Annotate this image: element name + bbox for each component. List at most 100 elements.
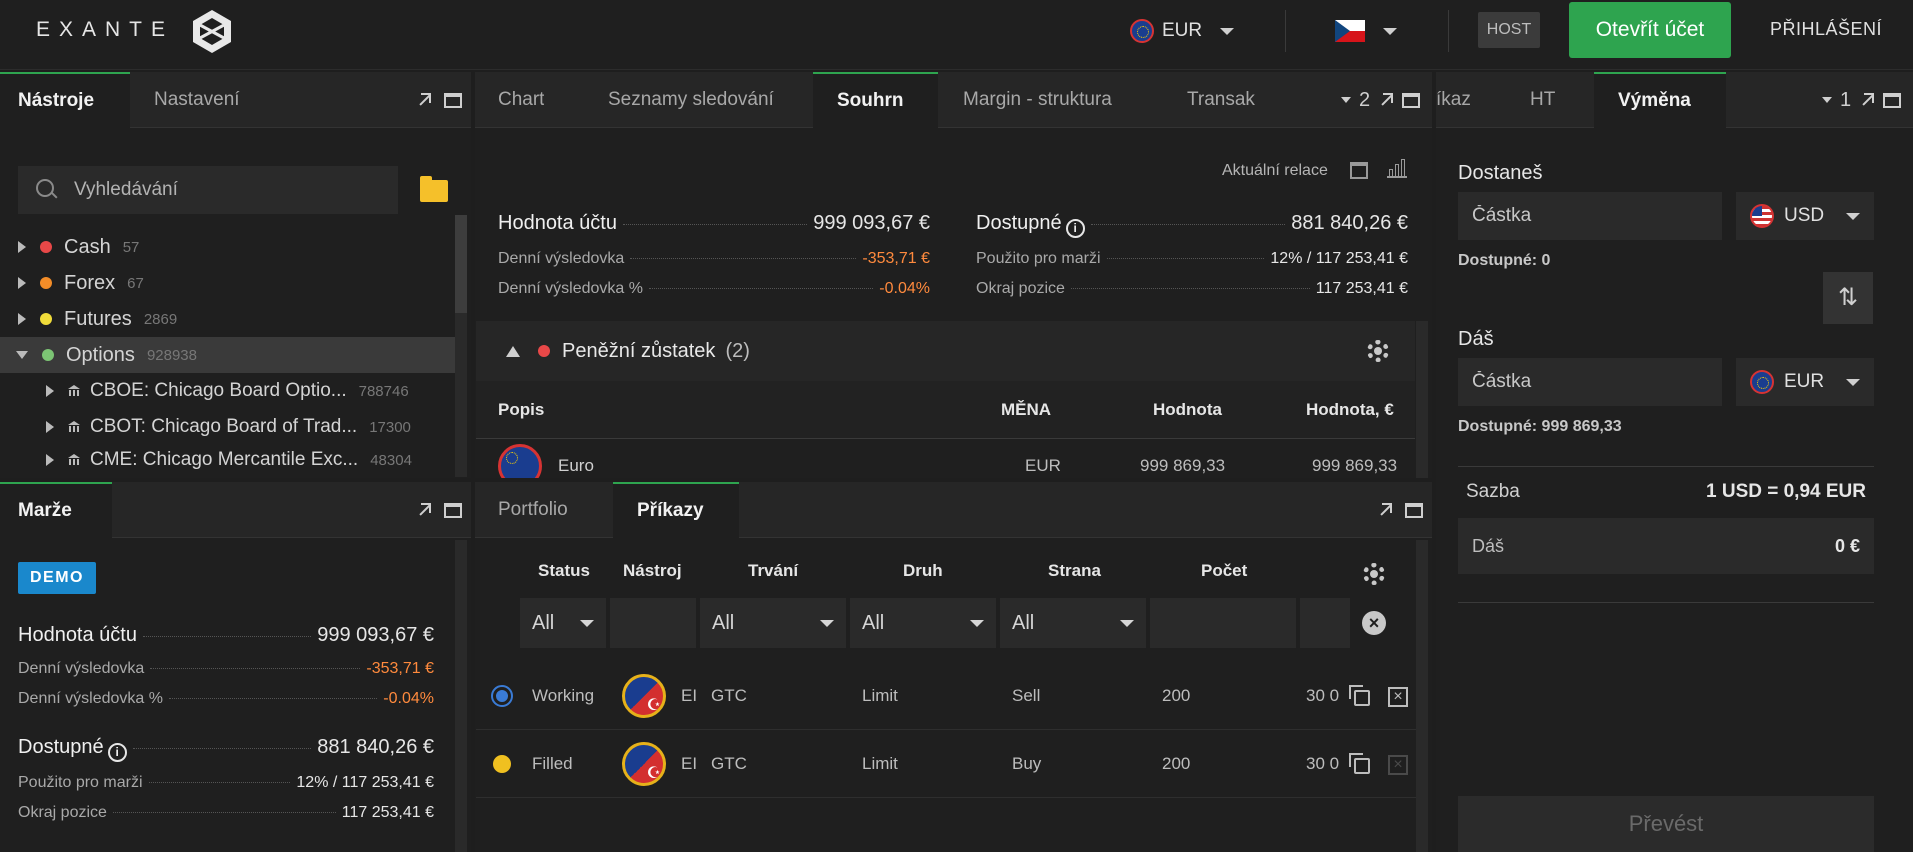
tree-item-label: Futures: [64, 307, 132, 330]
chevron-down-icon[interactable]: [1341, 97, 1351, 103]
side-filter[interactable]: All: [1000, 598, 1146, 648]
give-amount-input[interactable]: [1458, 358, 1722, 406]
daily-pl-value: -353,71 €: [366, 660, 434, 677]
tab-order[interactable]: íkaz: [1436, 72, 1486, 128]
tree-subitem-cbot[interactable]: CBOT: Chicago Board of Trad... 17300: [0, 409, 455, 445]
gear-icon[interactable]: [1367, 340, 1389, 362]
tab-margin[interactable]: Marže: [0, 482, 112, 538]
tab-instruments[interactable]: Nástroje: [0, 72, 130, 128]
eu-flag-icon: [498, 444, 542, 478]
tab-margin-structure[interactable]: Margin - struktura: [963, 72, 1112, 128]
quantity-filter[interactable]: [1150, 598, 1296, 648]
cash-balance-header[interactable]: Peněžní zůstatek (2): [476, 321, 1415, 381]
instrument-filter[interactable]: [610, 598, 696, 648]
position-margin-value: 117 253,41 €: [341, 804, 434, 821]
scrollbar[interactable]: [1416, 540, 1428, 852]
maximize-icon[interactable]: [1883, 92, 1902, 108]
order-price: 30 0: [1306, 686, 1340, 705]
info-icon[interactable]: i: [1065, 219, 1085, 238]
tree-subitem-cboe[interactable]: CBOE: Chicago Board Optio... 788746: [0, 373, 455, 409]
tab-summary[interactable]: Souhrn: [813, 72, 938, 128]
tab-chart[interactable]: Chart: [498, 72, 544, 128]
tree-item-options[interactable]: Options 928938: [0, 337, 455, 373]
expand-icon[interactable]: [416, 92, 432, 108]
tab-watchlists[interactable]: Seznamy sledování: [608, 72, 774, 128]
tree-item-label: CBOE: Chicago Board Optio...: [90, 380, 347, 401]
summary-available-row: Dostupné i 881 840,26 €: [976, 212, 1408, 238]
type-filter[interactable]: All: [850, 598, 996, 648]
collapse-icon[interactable]: [506, 345, 520, 357]
tree-item-forex[interactable]: Forex 67: [0, 265, 455, 301]
eu-flag-icon: [1130, 19, 1154, 43]
expand-icon[interactable]: [1378, 92, 1394, 108]
table-row[interactable]: Euro EUR 999 869,33 999 869,33: [476, 440, 1415, 478]
convert-button[interactable]: Převést: [1458, 796, 1874, 852]
price-filter[interactable]: [1300, 598, 1350, 648]
caret-right-icon: [18, 313, 26, 325]
tree-item-cash[interactable]: Cash 57: [0, 229, 455, 265]
daily-pl-pct-value: -0.04%: [879, 280, 930, 297]
caret-right-icon: [46, 385, 54, 397]
tree-item-label: CME: Chicago Mercantile Exc...: [90, 449, 359, 470]
tree-subitem-cme[interactable]: CME: Chicago Mercantile Exc... 48304: [0, 445, 455, 475]
tree-item-count: 67: [127, 274, 144, 292]
tab-orders[interactable]: Příkazy: [613, 482, 739, 538]
expand-icon[interactable]: [416, 502, 432, 518]
tree-item-count: 788746: [358, 382, 409, 400]
table-row[interactable]: Working EI GTC Limit Sell 200 30 0 ×: [476, 662, 1416, 730]
scrollbar[interactable]: [455, 540, 467, 852]
folder-icon[interactable]: [420, 176, 448, 202]
copy-icon[interactable]: [1349, 753, 1370, 774]
maximize-icon[interactable]: [444, 502, 462, 518]
cancel-order-icon[interactable]: ×: [1388, 687, 1408, 707]
column-value: Hodnota: [1153, 400, 1222, 419]
clear-filters-icon[interactable]: ×: [1362, 611, 1386, 635]
available-value: 881 840,26 €: [1291, 212, 1408, 234]
open-account-button[interactable]: Otevřít účet: [1569, 2, 1731, 58]
available-label: Dostupné i: [976, 212, 1085, 238]
table-row[interactable]: Filled EI GTC Limit Buy 200 30 0 ×: [476, 730, 1416, 798]
login-link[interactable]: PŘIHLÁŠENÍ: [1770, 19, 1882, 40]
maximize-icon[interactable]: [444, 92, 462, 108]
maximize-icon[interactable]: [1405, 502, 1423, 518]
swap-currencies-button[interactable]: [1823, 272, 1873, 324]
chevron-down-icon: [1220, 27, 1235, 35]
chevron-down-icon: [1383, 27, 1397, 35]
cancel-order-icon: ×: [1388, 755, 1408, 775]
tab-portfolio[interactable]: Portfolio: [498, 482, 568, 538]
tab-transactions[interactable]: Transak: [1187, 72, 1257, 128]
scrollbar[interactable]: [1416, 321, 1428, 478]
receive-amount-input[interactable]: [1458, 192, 1722, 240]
maximize-icon[interactable]: [1402, 92, 1421, 108]
search-input[interactable]: [74, 179, 374, 201]
duration-filter[interactable]: All: [700, 598, 846, 648]
currency-selector[interactable]: EUR: [1130, 16, 1235, 46]
tab-settings[interactable]: Nastavení: [154, 72, 240, 128]
row-value: 999 869,33: [1140, 456, 1226, 475]
tab-ht[interactable]: HT: [1530, 72, 1555, 128]
info-icon[interactable]: i: [107, 743, 127, 762]
chevron-down-icon: [1846, 378, 1860, 386]
scrollbar-thumb[interactable]: [455, 215, 467, 313]
expand-icon[interactable]: [1859, 92, 1875, 108]
gear-icon[interactable]: [1363, 563, 1385, 585]
expand-icon[interactable]: [1377, 502, 1393, 518]
cash-table-header: [476, 381, 1415, 439]
tree-item-futures[interactable]: Futures 2869: [0, 301, 455, 337]
give-summary-row: Dáš 0 €: [1458, 518, 1874, 574]
bar-chart-icon[interactable]: [1387, 159, 1407, 178]
scrollbar[interactable]: [455, 215, 467, 477]
receive-currency-select[interactable]: USD: [1736, 192, 1874, 240]
status-filter[interactable]: All: [520, 598, 606, 648]
summary-margin-used-row: Použito pro marži 12% / 117 253,41 €: [976, 250, 1408, 268]
tab-exchange[interactable]: Výměna: [1594, 72, 1726, 128]
order-duration: GTC: [711, 754, 747, 773]
chevron-down-icon[interactable]: [1822, 97, 1832, 103]
language-selector[interactable]: [1335, 20, 1397, 42]
give-currency-select[interactable]: EUR: [1736, 358, 1874, 406]
daily-pl-pct-row: Denní výsledovka % -0.04%: [18, 690, 434, 708]
copy-icon[interactable]: [1349, 685, 1370, 706]
summary-account-value-row: Hodnota účtu 999 093,67 €: [498, 212, 930, 235]
calendar-icon[interactable]: [1350, 162, 1368, 179]
search-icon: [36, 179, 58, 201]
